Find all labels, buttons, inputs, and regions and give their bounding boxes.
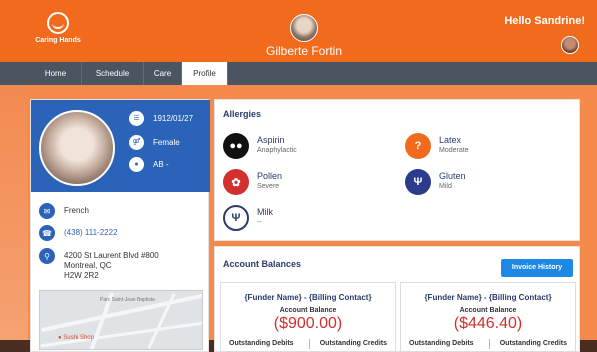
language-row: ✉ French xyxy=(39,203,89,219)
caring-hands-logo-icon xyxy=(47,12,69,34)
allergy-gluten[interactable]: Ψ Gluten Mild xyxy=(405,169,565,199)
main-nav: Home Schedule Care Profile xyxy=(0,62,597,85)
map-label-park: Parc Saint-Jean Baptiste xyxy=(100,297,156,303)
language-value: French xyxy=(64,206,89,215)
gender-value: Female xyxy=(153,137,180,147)
balance-card-1[interactable]: {Funder Name} - {Billing Contact} Accoun… xyxy=(220,282,396,352)
dob-value: 1912/01/27 xyxy=(153,113,194,123)
map-label-shop: ● Sushi Shop xyxy=(58,335,94,341)
location-pin-icon: ⚲ xyxy=(39,248,55,264)
phone-icon: ☎ xyxy=(39,225,55,241)
allergy-milk[interactable]: Ψ Milk -- xyxy=(223,205,383,235)
tab-profile[interactable]: Profile xyxy=(182,62,228,85)
profile-panel: ☰ 1912/01/27 ⚤ Female ● AB - ✉ French ☎ … xyxy=(30,99,210,352)
address-map[interactable]: Parc Saint-Jean Baptiste ● Sushi Shop xyxy=(39,290,203,350)
map-shop-text: Sushi Shop xyxy=(63,335,94,341)
allergies-panel: Allergies ●● Aspirin Anaphylactic ? Late… xyxy=(214,99,580,241)
pills-icon: ●● xyxy=(223,133,249,159)
allergy-latex[interactable]: ? Latex Moderate xyxy=(405,133,565,163)
blood-type-value: AB - xyxy=(153,159,169,169)
utensils-icon: Ψ xyxy=(405,169,431,195)
funder-name: {Funder Name} - {Billing Contact} xyxy=(424,293,552,302)
speech-bubble-icon: ✉ xyxy=(39,203,55,219)
utensils-icon: Ψ xyxy=(223,205,249,231)
allergies-title: Allergies xyxy=(223,109,262,119)
logo-text: Caring Hands xyxy=(35,37,81,44)
account-balance-amount: ($900.00) xyxy=(273,315,343,332)
dob-row: ☰ 1912/01/27 xyxy=(129,110,193,126)
client-avatar xyxy=(290,14,318,42)
funder-name: {Funder Name} - {Billing Contact} xyxy=(244,293,372,302)
outstanding-debits-label[interactable]: Outstanding Debits xyxy=(229,340,294,347)
invoice-history-button[interactable]: Invoice History xyxy=(501,259,573,277)
allergy-pollen[interactable]: ✿ Pollen Severe xyxy=(223,169,383,199)
question-icon: ? xyxy=(405,133,431,159)
allergy-severity: Severe xyxy=(257,183,280,190)
client-name: Gilberte Fortin xyxy=(265,44,343,58)
profile-header: ☰ 1912/01/27 ⚤ Female ● AB - xyxy=(31,100,210,192)
account-balance-amount: ($446.40) xyxy=(453,315,523,332)
phone-row: ☎ (438) 111-2222 xyxy=(39,225,118,241)
address-row: ⚲ 4200 St Laurent Blvd #800 Montreal, QC… xyxy=(39,248,159,281)
outstanding-debits-label[interactable]: Outstanding Debits xyxy=(409,340,474,347)
tab-schedule[interactable]: Schedule xyxy=(82,62,144,85)
balance-card-2[interactable]: {Funder Name} - {Billing Contact} Accoun… xyxy=(400,282,576,352)
allergy-severity: Moderate xyxy=(439,147,469,154)
user-avatar[interactable] xyxy=(561,36,579,54)
allergy-severity: -- xyxy=(257,219,262,226)
background-left xyxy=(0,85,28,352)
outstanding-credits-label[interactable]: Outstanding Credits xyxy=(320,340,387,347)
address-line-2: Montreal, QC xyxy=(64,261,112,270)
blood-drop-icon: ● xyxy=(129,156,144,172)
balances-title: Account Balances xyxy=(223,259,302,269)
birthday-cake-icon: ☰ xyxy=(129,110,144,126)
allergy-name: Milk xyxy=(257,207,273,217)
account-balance-label: Account Balance xyxy=(459,307,517,314)
divider xyxy=(489,339,490,349)
allergy-name: Pollen xyxy=(257,171,283,181)
divider xyxy=(309,339,310,349)
gender-row: ⚤ Female xyxy=(129,134,180,150)
app-logo[interactable]: Caring Hands xyxy=(30,12,86,44)
account-balance-label: Account Balance xyxy=(279,307,337,314)
leaf-icon: ✿ xyxy=(223,169,249,195)
app-header: Caring Hands Gilberte Fortin Hello Sandr… xyxy=(0,0,597,62)
allergy-severity: Mild xyxy=(439,183,452,190)
allergy-aspirin[interactable]: ●● Aspirin Anaphylactic xyxy=(223,133,383,163)
allergy-name: Aspirin xyxy=(257,135,285,145)
gender-icon: ⚤ xyxy=(129,134,144,150)
tab-care[interactable]: Care xyxy=(144,62,182,85)
client-photo xyxy=(39,110,115,186)
allergy-severity: Anaphylactic xyxy=(257,147,297,154)
address-text: 4200 St Laurent Blvd #800 Montreal, QC H… xyxy=(64,248,159,281)
address-line-3: H2W 2R2 xyxy=(64,271,99,280)
address-line-1: 4200 St Laurent Blvd #800 xyxy=(64,251,159,260)
tab-home[interactable]: Home xyxy=(30,62,82,85)
outstanding-credits-label[interactable]: Outstanding Credits xyxy=(500,340,567,347)
blood-type-row: ● AB - xyxy=(129,156,169,172)
allergy-name: Gluten xyxy=(439,171,466,181)
user-greeting: Hello Sandrine! xyxy=(504,15,585,27)
allergy-name: Latex xyxy=(439,135,462,145)
phone-link[interactable]: (438) 111-2222 xyxy=(64,225,118,238)
